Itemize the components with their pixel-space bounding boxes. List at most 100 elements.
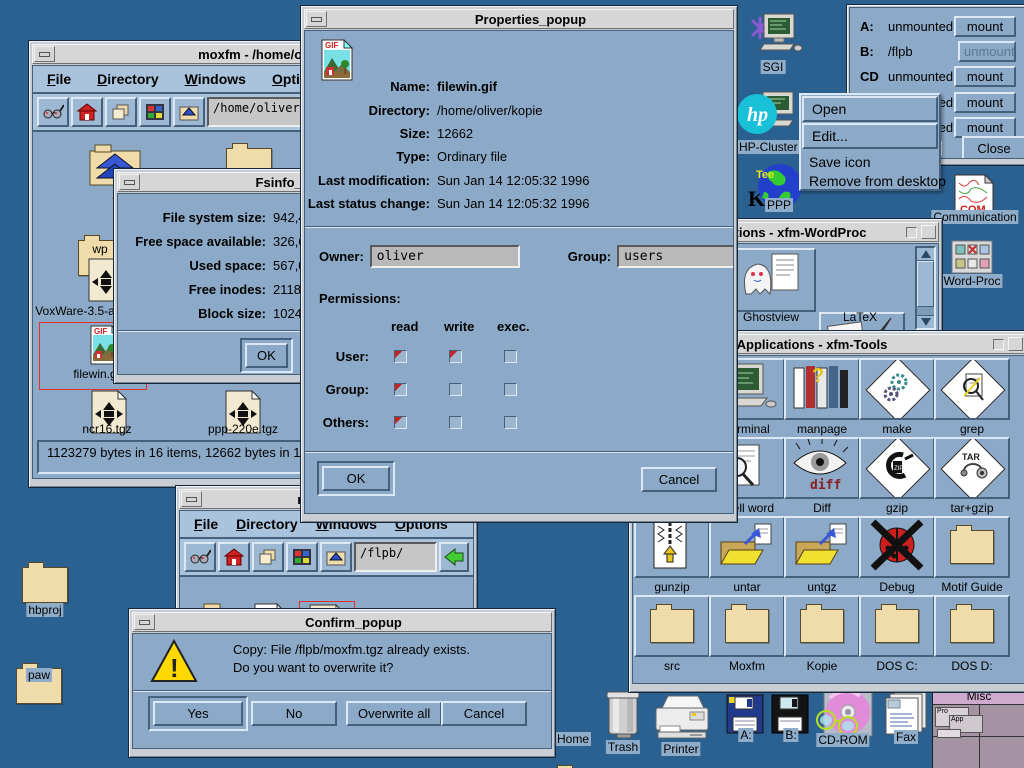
folder-icon[interactable] <box>22 567 68 603</box>
tool-moxfm[interactable]: Moxfm <box>711 595 783 674</box>
tool-make[interactable]: make <box>861 358 933 437</box>
desktop-icon-label[interactable]: Home <box>555 732 591 746</box>
menu-directory[interactable]: Directory <box>236 516 297 532</box>
ok-button[interactable]: OK <box>245 343 288 368</box>
app-label[interactable]: LaTeX <box>843 310 877 324</box>
minimize-icon[interactable] <box>134 614 155 630</box>
minimize-icon[interactable] <box>906 227 917 238</box>
tool-kopie[interactable]: Kopie <box>786 595 858 674</box>
desktop-icon-label[interactable]: PPP <box>765 198 793 212</box>
menu-directory[interactable]: Directory <box>97 71 158 87</box>
context-menu-edit[interactable]: Edit... <box>802 123 938 149</box>
printer-icon[interactable] <box>650 692 712 747</box>
desktop-icon-label[interactable]: HP-Cluster <box>737 140 800 154</box>
perm-group-read-checkbox[interactable] <box>394 383 407 396</box>
find-button[interactable] <box>37 97 69 127</box>
file-label[interactable]: VoxWare-3.5-a <box>35 304 115 318</box>
minimize-icon[interactable] <box>306 11 327 27</box>
desktop-icon-label[interactable]: Fax <box>894 730 918 744</box>
perm-others-exec-checkbox[interactable] <box>504 416 517 429</box>
find-button[interactable] <box>184 542 216 572</box>
desktop-icon-label[interactable]: Word-Proc <box>941 274 1002 288</box>
scroll-down-icon[interactable] <box>917 315 934 328</box>
perm-others-write-checkbox[interactable] <box>449 416 462 429</box>
sgi-computer-icon[interactable] <box>746 10 802 65</box>
perm-user-exec-checkbox[interactable] <box>504 350 517 363</box>
tool-gzip[interactable]: ZIP gzip <box>861 437 933 516</box>
scroll-thumb[interactable] <box>917 261 934 307</box>
minimize-icon[interactable] <box>119 174 140 190</box>
context-menu-remove[interactable]: Remove from desktop <box>801 171 939 191</box>
cancel-button[interactable]: Cancel <box>641 467 717 492</box>
tool-untar[interactable]: untar <box>711 516 783 595</box>
tool-manpage[interactable]: ? manpage <box>786 358 858 437</box>
overwrite-all-button[interactable]: Overwrite all <box>346 701 442 726</box>
desktop-icon-label[interactable]: B: <box>783 728 798 742</box>
yes-button[interactable]: Yes <box>153 701 243 726</box>
no-button[interactable]: No <box>251 701 337 726</box>
scroll-up-icon[interactable] <box>917 248 934 261</box>
tool-dos-d[interactable]: DOS D: <box>936 595 1008 674</box>
mount-button[interactable]: mount <box>954 117 1016 138</box>
perm-user-write-checkbox[interactable] <box>449 350 462 363</box>
updir-button[interactable] <box>173 97 205 127</box>
tool-tar-gzip[interactable]: TAR tar+gzip <box>936 437 1008 516</box>
minimize-icon[interactable] <box>993 339 1004 350</box>
desktop-icon-label[interactable]: Communication <box>931 210 1018 224</box>
mount-button[interactable]: mount <box>954 16 1016 37</box>
cancel-button[interactable]: Cancel <box>441 701 527 726</box>
desktop-icon-label[interactable]: SGI <box>761 60 786 74</box>
ok-button[interactable]: OK <box>322 466 390 491</box>
tool-debug[interactable]: Debug <box>861 516 933 595</box>
app-label[interactable]: Ghostview <box>743 310 799 324</box>
desktop-icon-label[interactable]: Printer <box>661 742 700 756</box>
desktop-icon-label[interactable]: A: <box>738 728 753 742</box>
desktop-icon-label[interactable]: CD-ROM <box>816 733 869 747</box>
scrollbar[interactable] <box>915 246 936 330</box>
owner-field[interactable]: oliver <box>370 245 520 268</box>
titlebar[interactable]: Properties_popup <box>304 9 734 29</box>
desktop-icon-label[interactable]: paw <box>26 668 52 682</box>
maximize-icon[interactable] <box>921 225 936 239</box>
unmount-button[interactable]: unmount <box>958 41 1016 62</box>
perm-group-write-checkbox[interactable] <box>449 383 462 396</box>
maximize-icon[interactable] <box>1008 337 1023 351</box>
path-field[interactable]: /flpb/ <box>354 542 437 572</box>
titlebar[interactable]: Confirm_popup <box>132 612 552 632</box>
app-ghostview-button[interactable] <box>730 248 816 312</box>
desktop-icon-label[interactable]: Trash <box>606 740 640 754</box>
tool-motif-guide[interactable]: Motif Guide <box>936 516 1008 595</box>
tool-untgz[interactable]: untgz <box>786 516 858 595</box>
perm-group-exec-checkbox[interactable] <box>504 383 517 396</box>
tool-src[interactable]: src <box>636 595 708 674</box>
trash-icon[interactable] <box>601 688 645 745</box>
perm-others-read-checkbox[interactable] <box>394 416 407 429</box>
back-arrow-button[interactable] <box>439 542 469 572</box>
mount-button[interactable]: mount <box>954 66 1016 87</box>
close-button[interactable]: Close <box>962 136 1024 159</box>
minimize-icon[interactable] <box>34 46 55 62</box>
tool-gunzip[interactable]: gunzip <box>636 516 708 595</box>
pager-mini-window[interactable] <box>937 729 961 738</box>
hp-cluster-icon[interactable]: hp <box>735 90 799 147</box>
menu-file[interactable]: File <box>47 71 71 87</box>
home-button[interactable] <box>218 542 250 572</box>
tool-dos-c[interactable]: DOS C: <box>861 595 933 674</box>
copy-button[interactable] <box>105 97 137 127</box>
windows-button[interactable] <box>286 542 318 572</box>
mount-button[interactable]: mount <box>954 92 1016 113</box>
windows-button[interactable] <box>139 97 171 127</box>
desktop-icon-label[interactable]: hbproj <box>26 603 63 617</box>
group-field[interactable]: users <box>617 245 734 268</box>
file-label[interactable]: ppp-220e.tgz <box>208 422 278 436</box>
file-label[interactable]: wp <box>92 242 107 256</box>
menu-file[interactable]: File <box>194 516 218 532</box>
tool-grep[interactable]: grep <box>936 358 1008 437</box>
tool-diff[interactable]: diff Diff <box>786 437 858 516</box>
home-button[interactable] <box>71 97 103 127</box>
updir-button[interactable] <box>320 542 352 572</box>
context-menu-open[interactable]: Open <box>802 96 938 122</box>
menu-windows[interactable]: Windows <box>185 71 246 87</box>
copy-button[interactable] <box>252 542 284 572</box>
perm-user-read-checkbox[interactable] <box>394 350 407 363</box>
